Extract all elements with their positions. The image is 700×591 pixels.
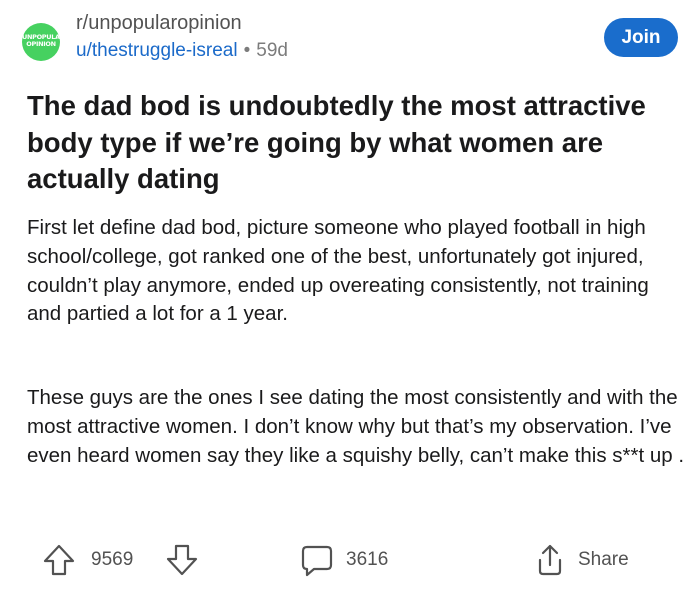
post-action-bar: 9569 3616 Share [0,540,700,580]
meta-separator: • [243,40,251,61]
post-meta: u/thestruggle-isreal • 59d [76,40,288,62]
post-body-paragraph: These guys are the ones I see dating the… [27,386,685,467]
subreddit-avatar[interactable]: UNPOPULAR OPINION [22,23,60,61]
subreddit-avatar-line2: OPINION [26,40,56,48]
join-button[interactable]: Join [604,18,678,57]
subreddit-name[interactable]: r/unpopularopinion [76,12,242,35]
post-header: UNPOPULAR OPINION r/unpopularopinion u/t… [22,10,678,66]
upvote-button[interactable] [42,540,76,580]
post-body-paragraph: First let define dad bod, picture someon… [27,216,649,326]
upvote-icon [43,544,75,576]
comment-count: 3616 [346,549,389,570]
downvote-button[interactable] [165,540,199,580]
comment-button[interactable] [300,540,334,580]
downvote-icon [166,544,198,576]
upvote-count: 9569 [91,549,134,570]
post-title[interactable]: The dad bod is undoubtedly the most attr… [27,88,677,198]
share-button[interactable] [533,540,567,580]
share-label[interactable]: Share [578,540,629,580]
post-age: 59d [256,40,288,61]
comment-icon [301,545,333,577]
share-icon [538,544,562,576]
author-link[interactable]: u/thestruggle-isreal [76,40,238,61]
